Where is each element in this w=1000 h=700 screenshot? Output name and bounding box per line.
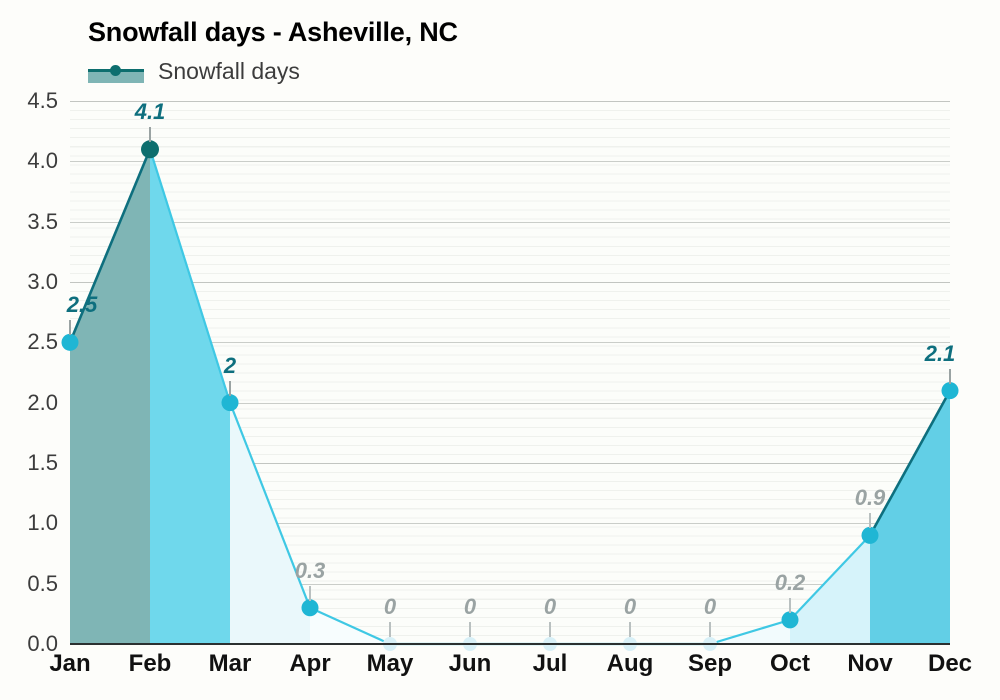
label-leader-line <box>69 320 71 336</box>
data-point-marker[interactable] <box>221 394 239 412</box>
label-leader-line <box>949 368 951 384</box>
legend-marker-dot-icon <box>110 64 121 76</box>
data-point-label: 2 <box>223 352 237 378</box>
chart-legend[interactable]: Snowfall days <box>88 58 300 85</box>
x-axis-line <box>70 643 950 645</box>
label-leader-line <box>549 622 551 637</box>
data-point-label: 0 <box>703 594 717 619</box>
x-axis-tick-label: Apr <box>289 650 331 677</box>
data-point-label: 0.9 <box>854 485 886 511</box>
label-leader-line <box>229 380 231 396</box>
label-leader-line <box>709 622 711 637</box>
series-line-segment <box>309 606 391 646</box>
x-axis-tick-label: Oct <box>769 650 811 677</box>
x-axis-tick-label: Feb <box>128 650 172 677</box>
label-leader-line <box>389 622 391 637</box>
data-point-label: 0.2 <box>774 569 806 595</box>
data-point-label: 4.1 <box>134 99 166 125</box>
series-markers <box>61 140 959 651</box>
chart-container: Snowfall days - Asheville, NC Snowfall d… <box>0 0 1000 700</box>
x-axis-tick-label: Mar <box>208 650 252 677</box>
x-axis-ticks: Jan Feb Mar Apr May Jun Jul Aug Sep Oct Nov Dec <box>49 650 972 690</box>
data-point-label: 0 <box>543 594 557 619</box>
data-point-marker[interactable] <box>781 611 799 629</box>
data-point-label: 2.1 <box>924 340 956 366</box>
y-axis-tick-label: 3.0 <box>27 269 58 294</box>
data-point-marker[interactable] <box>301 599 319 617</box>
label-leader-line <box>309 585 311 601</box>
y-axis-tick-label: 3.5 <box>27 208 58 234</box>
data-point-label: 0 <box>623 594 637 619</box>
y-axis-tick-label: 1.5 <box>27 450 58 475</box>
label-leader-line <box>869 513 871 529</box>
series-line-segment <box>868 389 952 537</box>
data-point-label: 0.3 <box>294 557 326 583</box>
legend-swatch-snowfall-days <box>88 59 144 85</box>
data-point-label: 0 <box>383 594 397 619</box>
series-line-segment <box>148 148 232 403</box>
data-point-marker[interactable] <box>941 382 959 400</box>
x-axis-tick-label: Aug <box>606 650 654 677</box>
x-axis-tick-label: Sep <box>687 650 733 677</box>
label-leader-line <box>469 622 471 637</box>
label-leader-line <box>149 127 151 143</box>
y-axis-tick-label: 2.0 <box>27 389 58 415</box>
x-axis-tick-label: Dec <box>927 650 973 677</box>
plot-area <box>61 101 959 651</box>
x-axis-tick-label: May <box>366 650 414 677</box>
series-line-segment <box>709 618 791 646</box>
x-axis-tick-label: Jan <box>49 650 91 677</box>
series-segments <box>68 148 952 646</box>
x-axis-tick-label: Jun <box>448 650 492 677</box>
data-point-marker[interactable] <box>61 333 79 351</box>
y-axis-ticks: 4.5 4.0 3.5 3.0 2.5 2.0 1.5 1.0 0.5 0.0 <box>0 88 58 656</box>
series-snowfall-days <box>61 140 959 651</box>
label-leader-line <box>789 597 791 613</box>
data-point-marker[interactable] <box>141 140 159 159</box>
data-point-label: 2.5 <box>66 292 98 318</box>
legend-item-label: Snowfall days <box>158 58 300 84</box>
label-leader-line <box>629 622 631 637</box>
x-axis-tick-label: Nov <box>847 650 893 677</box>
y-axis-tick-label: 2.5 <box>27 329 58 355</box>
y-axis-tick-label: 4.0 <box>27 148 58 174</box>
chart-title: Snowfall days - Asheville, NC <box>88 17 458 47</box>
y-axis-tick-label: 4.5 <box>27 88 58 113</box>
y-axis-tick-label: 0.5 <box>27 570 58 596</box>
data-point-marker[interactable] <box>861 526 879 544</box>
y-axis-tick-label: 1.0 <box>27 510 58 536</box>
data-point-label: 0 <box>463 594 477 619</box>
x-axis-tick-label: Jul <box>532 650 568 677</box>
